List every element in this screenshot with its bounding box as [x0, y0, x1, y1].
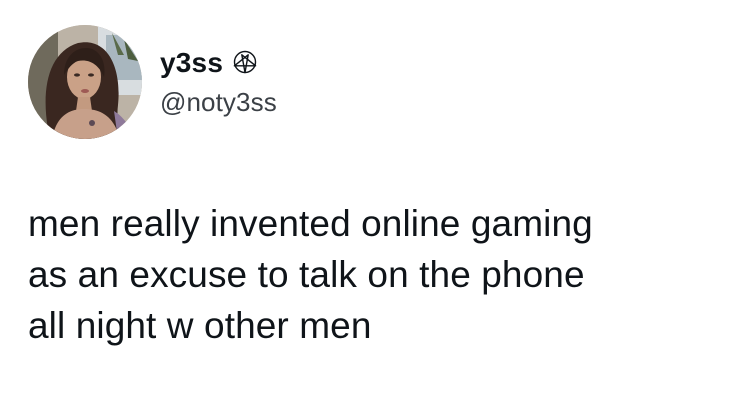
author-handle[interactable]: @noty3ss [160, 86, 277, 118]
tweet-text-line: all night w other men [28, 305, 372, 346]
pentagram-icon [233, 50, 257, 74]
avatar-image [28, 25, 142, 139]
tweet-text-line: men really invented online gaming [28, 203, 593, 244]
avatar[interactable] [28, 25, 142, 139]
tweet-text-line: as an excuse to talk on the phone [28, 254, 585, 295]
tweet-text: men really invented online gaming as an … [28, 198, 728, 351]
author-display-name[interactable]: y3ss [160, 46, 223, 80]
author-name-row: y3ss [160, 46, 257, 80]
tweet-card: y3ss @noty3ss men really invented online… [0, 0, 750, 406]
